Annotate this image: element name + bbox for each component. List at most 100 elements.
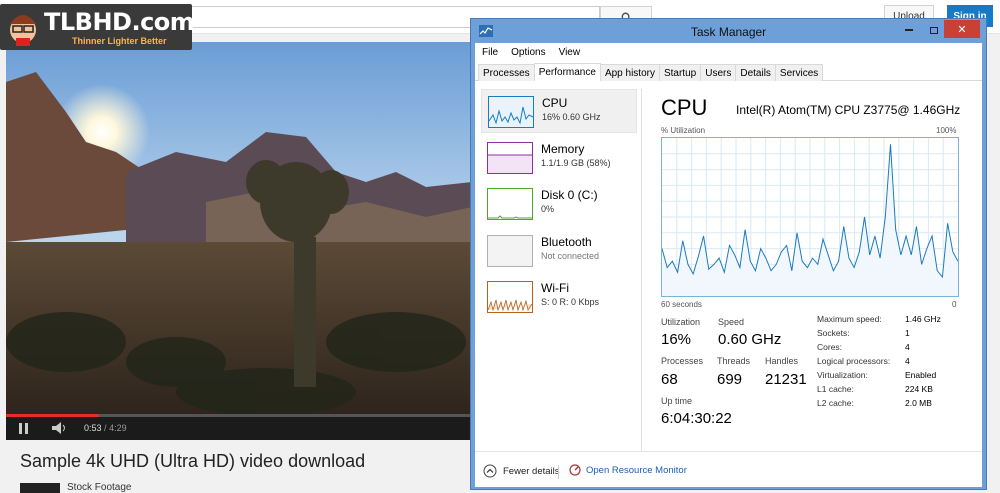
processes-label: Processes	[661, 356, 704, 366]
speed-label: Speed	[718, 317, 745, 327]
tab-bar: Processes Performance App history Startu…	[475, 63, 982, 81]
spec-label: Maximum speed:	[817, 314, 882, 324]
spec-value: 4	[905, 342, 910, 352]
close-button[interactable]: ✕	[944, 20, 980, 38]
spec-label: Sockets:	[817, 328, 850, 338]
sidebar-item-bluetooth[interactable]: Bluetooth Not connected	[481, 229, 637, 273]
cpu-thumbnail-graph	[488, 96, 534, 128]
tab-users[interactable]: Users	[700, 64, 737, 81]
close-icon: ✕	[957, 23, 967, 36]
sidebar-wifi-name: Wi-Fi	[541, 281, 569, 295]
channel-avatar[interactable]	[20, 483, 60, 493]
threads-value: 699	[717, 371, 743, 388]
maximize-button[interactable]	[922, 22, 946, 38]
open-resource-monitor-link[interactable]: Open Resource Monitor	[569, 464, 687, 476]
mascot-icon	[10, 15, 36, 46]
disk-thumbnail-graph	[487, 188, 533, 220]
handles-value: 21231	[765, 371, 807, 388]
tlbhd-logo: TLBHD.com Thinner Lighter Better	[0, 4, 195, 50]
tab-processes[interactable]: Processes	[478, 64, 535, 81]
spec-label: Cores:	[817, 342, 843, 352]
video-title: Sample 4k UHD (Ultra HD) video download	[20, 451, 366, 471]
graph-zero-label: 0	[952, 300, 957, 309]
cpu-utilization-graph	[661, 137, 959, 297]
sidebar-item-cpu[interactable]: CPU 16% 0.60 GHz	[481, 89, 637, 133]
cpu-model: Intel(R) Atom(TM) CPU Z3775@ 1.46GHz	[736, 103, 961, 117]
sidebar-cpu-name: CPU	[542, 96, 568, 110]
spec-label: L1 cache:	[817, 384, 854, 394]
open-resource-monitor-label: Open Resource Monitor	[586, 464, 687, 476]
fewer-details-label: Fewer details	[503, 465, 560, 477]
sidebar-disk-sub: 0%	[541, 204, 555, 214]
task-manager-body: File Options View Processes Performance …	[475, 43, 982, 487]
tab-services[interactable]: Services	[774, 64, 824, 81]
menu-bar: File Options View	[475, 43, 982, 63]
menu-view[interactable]: View	[552, 43, 587, 63]
chevron-up-icon	[483, 464, 497, 478]
minimize-button[interactable]	[897, 22, 921, 38]
wifi-thumbnail-graph	[487, 281, 533, 313]
tab-details[interactable]: Details	[735, 64, 776, 81]
sidebar-bluetooth-name: Bluetooth	[541, 235, 592, 249]
spec-value: 4	[905, 356, 910, 366]
sidebar-item-disk[interactable]: Disk 0 (C:) 0%	[481, 182, 637, 226]
channel-name[interactable]: Stock Footage	[67, 482, 131, 493]
sidebar-wifi-sub: S: 0 R: 0 Kbps	[541, 297, 600, 307]
video-controls: 0:53 / 4:29	[6, 416, 472, 440]
progress-bar-fill	[6, 414, 99, 417]
logo-title: TLBHD.com	[44, 8, 195, 36]
sidebar-disk-name: Disk 0 (C:)	[541, 188, 598, 202]
spec-value: 224 KB	[905, 384, 933, 394]
uptime-value: 6:04:30:22	[661, 410, 732, 427]
sidebar-item-memory[interactable]: Memory 1.1/1.9 GB (58%)	[481, 136, 637, 180]
utilization-value: 16%	[661, 331, 692, 348]
graph-time-label: 60 seconds	[661, 300, 702, 309]
spec-value: 1	[905, 328, 910, 338]
title-bar[interactable]: Task Manager ✕	[471, 19, 986, 45]
pause-icon[interactable]	[18, 423, 30, 434]
sidebar-cpu-sub: 16% 0.60 GHz	[542, 112, 601, 122]
sidebar-item-wifi[interactable]: Wi-Fi S: 0 R: 0 Kbps	[481, 275, 637, 319]
time-current: 0:53	[84, 423, 102, 433]
menu-file[interactable]: File	[475, 43, 504, 63]
resource-monitor-icon	[569, 464, 581, 476]
panel-divider	[641, 89, 642, 459]
task-manager-window: Task Manager ✕ File Options View Process…	[470, 18, 987, 490]
maximize-icon	[930, 26, 938, 34]
spec-label: Logical processors:	[817, 356, 891, 366]
video-player[interactable]	[6, 42, 472, 416]
tab-performance[interactable]: Performance	[533, 63, 601, 81]
spec-label: Virtualization:	[817, 370, 868, 380]
bluetooth-thumbnail-graph	[487, 235, 533, 267]
tab-startup[interactable]: Startup	[658, 64, 702, 81]
video-frame-image	[6, 42, 472, 416]
spec-value: 2.0 MB	[905, 398, 932, 408]
time-display: 0:53 / 4:29	[84, 423, 127, 433]
memory-thumbnail-graph	[487, 142, 533, 174]
spec-label: L2 cache:	[817, 398, 854, 408]
detail-title: CPU	[661, 95, 708, 120]
menu-options[interactable]: Options	[504, 43, 551, 63]
uptime-label: Up time	[661, 396, 693, 406]
time-total: 4:29	[109, 423, 127, 433]
sidebar-memory-sub: 1.1/1.9 GB (58%)	[541, 158, 611, 168]
logo-tagline: Thinner Lighter Better	[72, 36, 167, 46]
handles-label: Handles	[765, 356, 799, 366]
cpu-graph-svg	[661, 138, 959, 296]
speed-value: 0.60 GHz	[718, 331, 782, 348]
threads-label: Threads	[717, 356, 751, 366]
fewer-details-button[interactable]: Fewer details	[483, 464, 560, 478]
volume-icon[interactable]	[52, 422, 70, 434]
sidebar-memory-name: Memory	[541, 142, 585, 156]
spec-value: 1.46 GHz	[905, 314, 941, 324]
sidebar-bluetooth-sub: Not connected	[541, 251, 600, 261]
tab-app-history[interactable]: App history	[599, 64, 660, 81]
processes-value: 68	[661, 371, 678, 388]
task-manager-footer: Fewer details Open Resource Monitor	[475, 451, 982, 487]
graph-utilization-label: % Utilization	[661, 126, 706, 135]
graph-max-label: 100%	[936, 126, 957, 135]
footer-separator	[558, 465, 559, 479]
spec-value: Enabled	[905, 370, 937, 380]
utilization-label: Utilization	[661, 317, 701, 327]
minimize-icon	[905, 29, 913, 31]
